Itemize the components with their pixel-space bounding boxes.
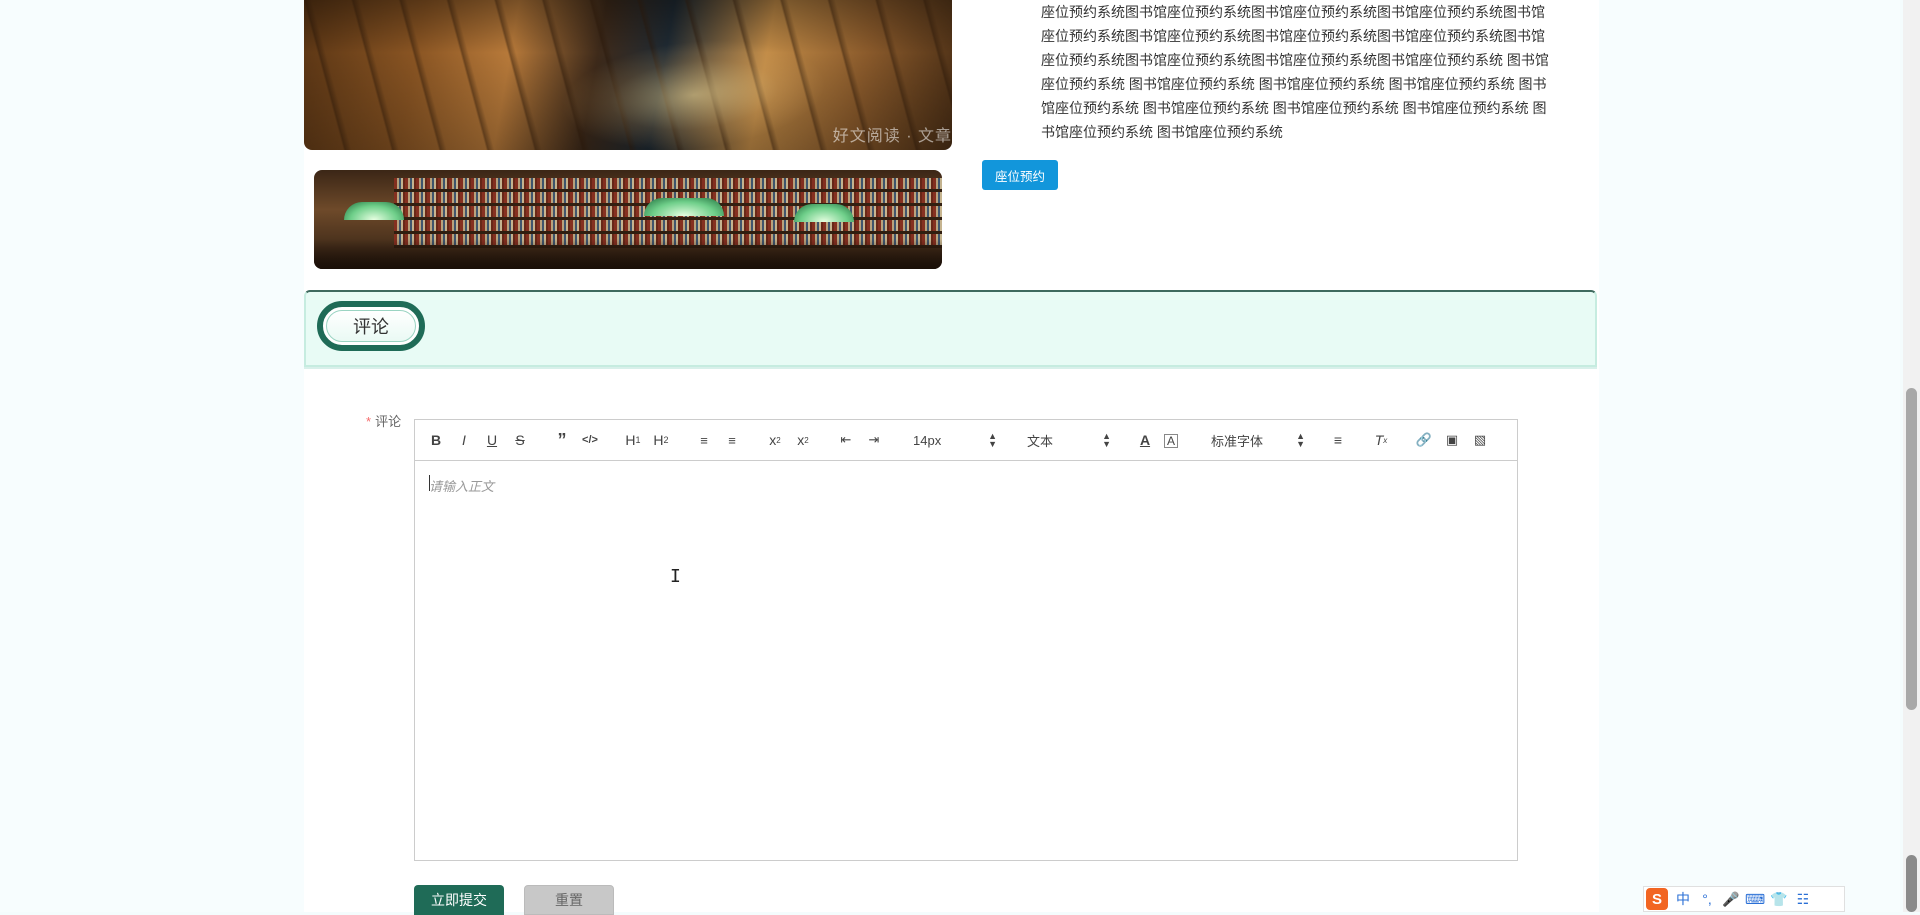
skin-icon[interactable]: 👕	[1770, 891, 1788, 908]
select-arrows-icon: ▲ ▼	[1102, 431, 1111, 449]
scrollbar-thumb[interactable]	[1906, 388, 1917, 710]
image-floor	[314, 239, 942, 269]
video-icon[interactable]: ▧	[1471, 430, 1489, 450]
editor-placeholder: 请输入正文	[429, 479, 495, 494]
microphone-icon[interactable]: 🎤	[1722, 891, 1740, 908]
superscript-icon[interactable]: x2	[794, 430, 812, 450]
image-lamp	[344, 202, 404, 220]
bullet-list-icon[interactable]: ≡	[723, 430, 741, 450]
font-size-value: 14px	[913, 432, 942, 448]
font-family-value: 标准字体	[1211, 433, 1264, 449]
required-mark: *	[366, 414, 372, 429]
heading2-icon[interactable]: H2	[652, 430, 670, 450]
subscript-icon[interactable]: x2	[766, 430, 784, 450]
ime-mode[interactable]: 中	[1674, 889, 1692, 909]
select-arrows-icon: ▲ ▼	[988, 431, 997, 449]
image-watermark: 好文阅读 · 文章	[832, 128, 952, 145]
ime-punctuation[interactable]: °,	[1698, 891, 1716, 907]
font-size-select[interactable]: 14px ▲ ▼	[913, 430, 997, 450]
reset-button[interactable]: 重置	[524, 885, 614, 915]
outdent-icon[interactable]: ⇤	[837, 430, 855, 450]
ordered-list-icon[interactable]: ≡	[695, 430, 713, 450]
italic-icon[interactable]: I	[455, 430, 473, 450]
editor-toolbar: B I U S ” </> H1 H2 ≡ ≡ x2 x2 ⇤ ⇥ 14px ▲…	[415, 420, 1517, 461]
blockquote-icon[interactable]: ”	[553, 430, 571, 450]
ime-toolbar[interactable]: S 中 °, 🎤 ⌨ 👕 ☷	[1643, 886, 1845, 912]
underline-icon[interactable]: U	[483, 430, 501, 450]
image-icon[interactable]: ▣	[1443, 430, 1461, 450]
comment-title-badge: 评论	[317, 301, 425, 351]
keyboard-icon[interactable]: ⌨	[1745, 891, 1765, 908]
bold-icon[interactable]: B	[427, 430, 445, 450]
image-lamp	[644, 198, 724, 216]
image-lamp	[794, 204, 854, 222]
editor-content-area[interactable]: 请输入正文	[415, 462, 1517, 860]
clear-format-icon[interactable]: Tx	[1372, 430, 1390, 450]
page-scrollbar[interactable]	[1903, 0, 1920, 912]
ime-logo-icon[interactable]: S	[1646, 888, 1668, 910]
comment-title: 评论	[326, 310, 416, 342]
background-color-icon[interactable]: A	[1164, 434, 1178, 448]
seat-description: 座位预约系统图书馆座位预约系统图书馆座位预约系统图书馆座位预约系统图书馆座位预约…	[1041, 4, 1549, 140]
select-arrows-icon: ▲ ▼	[1296, 431, 1305, 449]
font-family-select[interactable]: 标准字体 ▲ ▼	[1211, 430, 1305, 450]
strikethrough-icon[interactable]: S	[511, 430, 529, 450]
indent-icon[interactable]: ⇥	[865, 430, 883, 450]
toolbox-icon[interactable]: ☷	[1794, 891, 1812, 908]
scrollbar-thumb-secondary[interactable]	[1906, 855, 1917, 912]
text-cursor-icon: I	[670, 566, 681, 587]
code-icon[interactable]: </>	[581, 430, 599, 450]
block-type-select[interactable]: 文本 ▲ ▼	[1027, 430, 1111, 450]
comment-section-header: 评论	[304, 290, 1597, 367]
reserve-seat-button[interactable]: 座位预约	[982, 160, 1058, 190]
comment-field-label: * 评论	[366, 411, 401, 430]
image-table-glow	[538, 40, 850, 150]
align-icon[interactable]: ≡	[1329, 430, 1347, 450]
block-type-value: 文本	[1027, 433, 1054, 449]
link-icon[interactable]: 🔗	[1415, 430, 1433, 450]
reading-room-image: 好文阅读 · 文章	[304, 0, 952, 150]
heading1-icon[interactable]: H1	[624, 430, 642, 450]
submit-button[interactable]: 立即提交	[414, 885, 504, 915]
rich-text-editor[interactable]: B I U S ” </> H1 H2 ≡ ≡ x2 x2 ⇤ ⇥ 14px ▲…	[414, 419, 1518, 861]
comment-label-text: 评论	[375, 414, 402, 429]
library-shelves-image	[314, 170, 942, 269]
font-color-icon[interactable]: A	[1136, 430, 1154, 450]
